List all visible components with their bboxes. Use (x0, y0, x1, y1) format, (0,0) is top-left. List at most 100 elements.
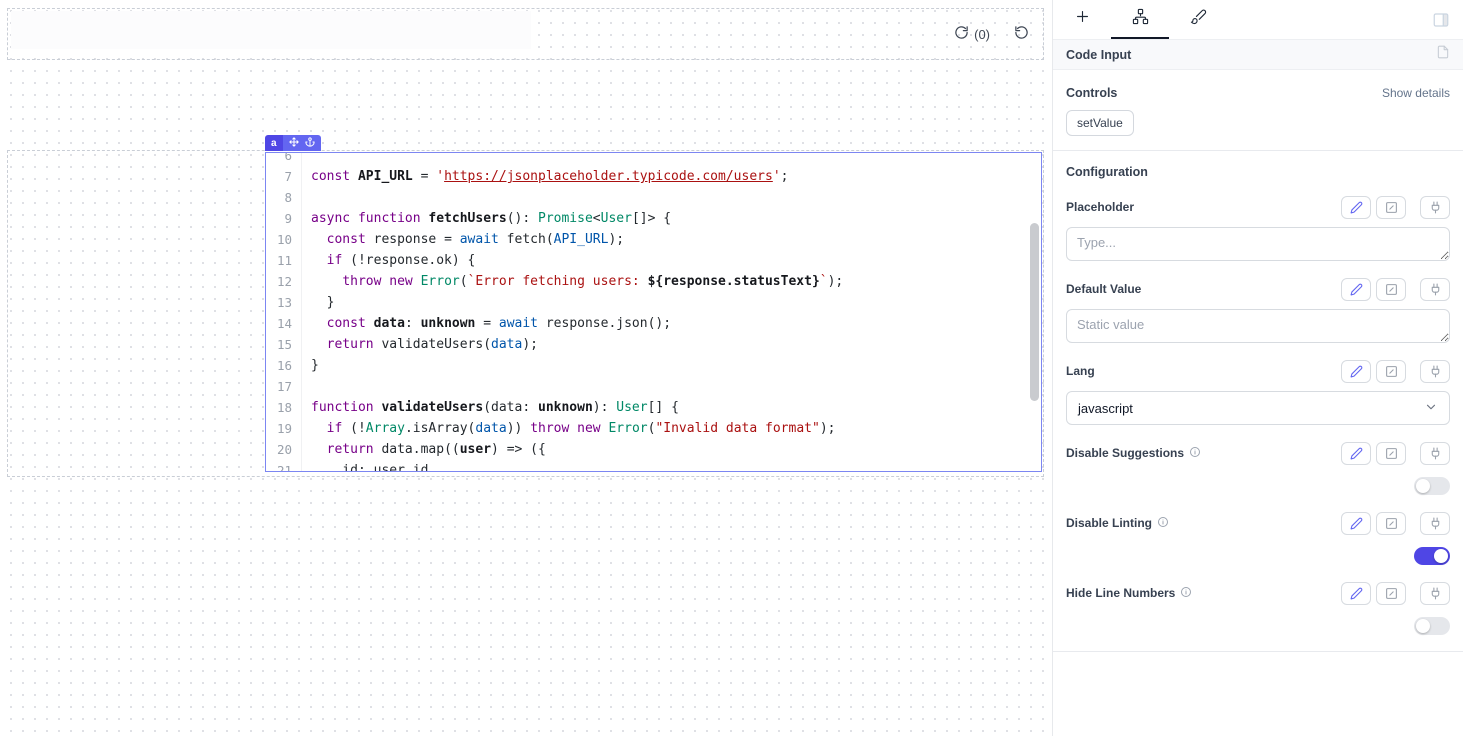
collapse-panel-icon[interactable] (1432, 11, 1450, 29)
setvalue-chip[interactable]: setValue (1066, 110, 1134, 136)
code-line[interactable]: 21 id: user.id, (266, 460, 1027, 472)
info-icon[interactable] (1189, 446, 1201, 461)
refresh-icon (954, 25, 969, 43)
code-text: } (302, 355, 319, 376)
template-icon[interactable] (1376, 582, 1406, 605)
chevron-down-icon (1424, 400, 1438, 417)
code-lines[interactable]: 67const API_URL = 'https://jsonplacehold… (266, 152, 1027, 472)
info-icon[interactable] (1157, 516, 1169, 531)
edit-pencil-icon[interactable] (1341, 360, 1371, 383)
field-label-lang: Lang (1066, 364, 1095, 378)
line-number: 12 (266, 271, 302, 292)
field-lang: Lang javascript (1066, 359, 1450, 425)
template-icon[interactable] (1376, 442, 1406, 465)
widget-container[interactable]: a 67const API_URL = 'https://jsonplaceho… (7, 150, 1044, 477)
code-input-widget[interactable]: 67const API_URL = 'https://jsonplacehold… (265, 152, 1042, 472)
tab-settings[interactable] (1111, 0, 1169, 39)
component-title: Code Input (1066, 48, 1131, 62)
refresh-count: (0) (974, 27, 990, 42)
edit-pencil-icon[interactable] (1341, 442, 1371, 465)
code-line[interactable]: 20 return data.map((user) => ({ (266, 439, 1027, 460)
field-label-disable-suggestions: Disable Suggestions (1066, 446, 1184, 460)
code-line[interactable]: 15 return validateUsers(data); (266, 334, 1027, 355)
tab-insert[interactable] (1053, 0, 1111, 39)
line-number: 11 (266, 250, 302, 271)
edit-pencil-icon[interactable] (1341, 196, 1371, 219)
code-line[interactable]: 10 const response = await fetch(API_URL)… (266, 229, 1027, 250)
line-number: 6 (266, 152, 302, 166)
template-icon[interactable] (1376, 512, 1406, 535)
code-text (302, 376, 311, 397)
connect-plug-icon[interactable] (1420, 196, 1450, 219)
controls-section: Controls Show details setValue (1053, 70, 1463, 136)
code-text: const data: unknown = await response.jso… (302, 313, 671, 334)
field-label-default-value: Default Value (1066, 282, 1141, 296)
info-icon[interactable] (1180, 586, 1192, 601)
code-text: const response = await fetch(API_URL); (302, 229, 624, 250)
tab-styles[interactable] (1169, 0, 1227, 39)
edit-pencil-icon[interactable] (1341, 278, 1371, 301)
code-text: return validateUsers(data); (302, 334, 538, 355)
canvas[interactable]: (0) a (0, 0, 1053, 736)
scrollbar-thumb[interactable] (1030, 223, 1039, 401)
line-number: 18 (266, 397, 302, 418)
code-line[interactable]: 8 (266, 187, 1027, 208)
code-text: async function fetchUsers(): Promise<Use… (302, 208, 671, 229)
edit-pencil-icon[interactable] (1341, 582, 1371, 605)
code-line[interactable]: 6 (266, 152, 1027, 166)
move-icon[interactable] (289, 137, 299, 150)
connect-plug-icon[interactable] (1420, 278, 1450, 301)
field-disable-linting: Disable Linting (1066, 511, 1450, 565)
header-container[interactable]: (0) (7, 8, 1044, 60)
disable-linting-toggle[interactable] (1414, 547, 1450, 565)
code-line[interactable]: 14 const data: unknown = await response.… (266, 313, 1027, 334)
template-icon[interactable] (1376, 196, 1406, 219)
line-number: 8 (266, 187, 302, 208)
connect-plug-icon[interactable] (1420, 360, 1450, 383)
line-number: 19 (266, 418, 302, 439)
placeholder-input[interactable] (1066, 227, 1450, 261)
component-header: Code Input (1053, 40, 1463, 70)
line-number: 16 (266, 355, 302, 376)
refresh-button[interactable]: (0) (950, 21, 994, 47)
line-number: 7 (266, 166, 302, 187)
field-label-placeholder: Placeholder (1066, 200, 1134, 214)
connect-plug-icon[interactable] (1420, 582, 1450, 605)
recompute-button[interactable] (1010, 21, 1033, 47)
code-line[interactable]: 7const API_URL = 'https://jsonplaceholde… (266, 166, 1027, 187)
app-root: (0) a (0, 0, 1463, 736)
code-line[interactable]: 12 throw new Error(`Error fetching users… (266, 271, 1027, 292)
lang-select-value: javascript (1078, 401, 1133, 416)
widget-chip-icons (283, 135, 321, 151)
edit-pencil-icon[interactable] (1341, 512, 1371, 535)
line-number: 10 (266, 229, 302, 250)
line-number: 9 (266, 208, 302, 229)
field-hide-line-numbers: Hide Line Numbers (1066, 581, 1450, 635)
code-line[interactable]: 16} (266, 355, 1027, 376)
connect-plug-icon[interactable] (1420, 442, 1450, 465)
code-line[interactable]: 18function validateUsers(data: unknown):… (266, 397, 1027, 418)
disable-suggestions-toggle[interactable] (1414, 477, 1450, 495)
code-text: if (!Array.isArray(data)) throw new Erro… (302, 418, 835, 439)
hide-line-numbers-toggle[interactable] (1414, 617, 1450, 635)
docs-icon[interactable] (1436, 45, 1450, 64)
code-line[interactable]: 17 (266, 376, 1027, 397)
connect-plug-icon[interactable] (1420, 512, 1450, 535)
code-line[interactable]: 19 if (!Array.isArray(data)) throw new E… (266, 418, 1027, 439)
code-line[interactable]: 13 } (266, 292, 1027, 313)
code-line[interactable]: 9async function fetchUsers(): Promise<Us… (266, 208, 1027, 229)
lang-select[interactable]: javascript (1066, 391, 1450, 425)
template-icon[interactable] (1376, 360, 1406, 383)
show-details-link[interactable]: Show details (1382, 86, 1450, 100)
settings-panel: Code Input Controls Show details setValu… (1053, 0, 1463, 736)
default-value-input[interactable] (1066, 309, 1450, 343)
template-icon[interactable] (1376, 278, 1406, 301)
widget-id-chip[interactable]: a (265, 135, 321, 151)
code-line[interactable]: 11 if (!response.ok) { (266, 250, 1027, 271)
anchor-icon[interactable] (305, 137, 315, 150)
line-number: 14 (266, 313, 302, 334)
line-number: 13 (266, 292, 302, 313)
code-text: } (302, 292, 334, 313)
panel-tabs (1053, 0, 1463, 40)
plus-icon (1074, 8, 1091, 30)
